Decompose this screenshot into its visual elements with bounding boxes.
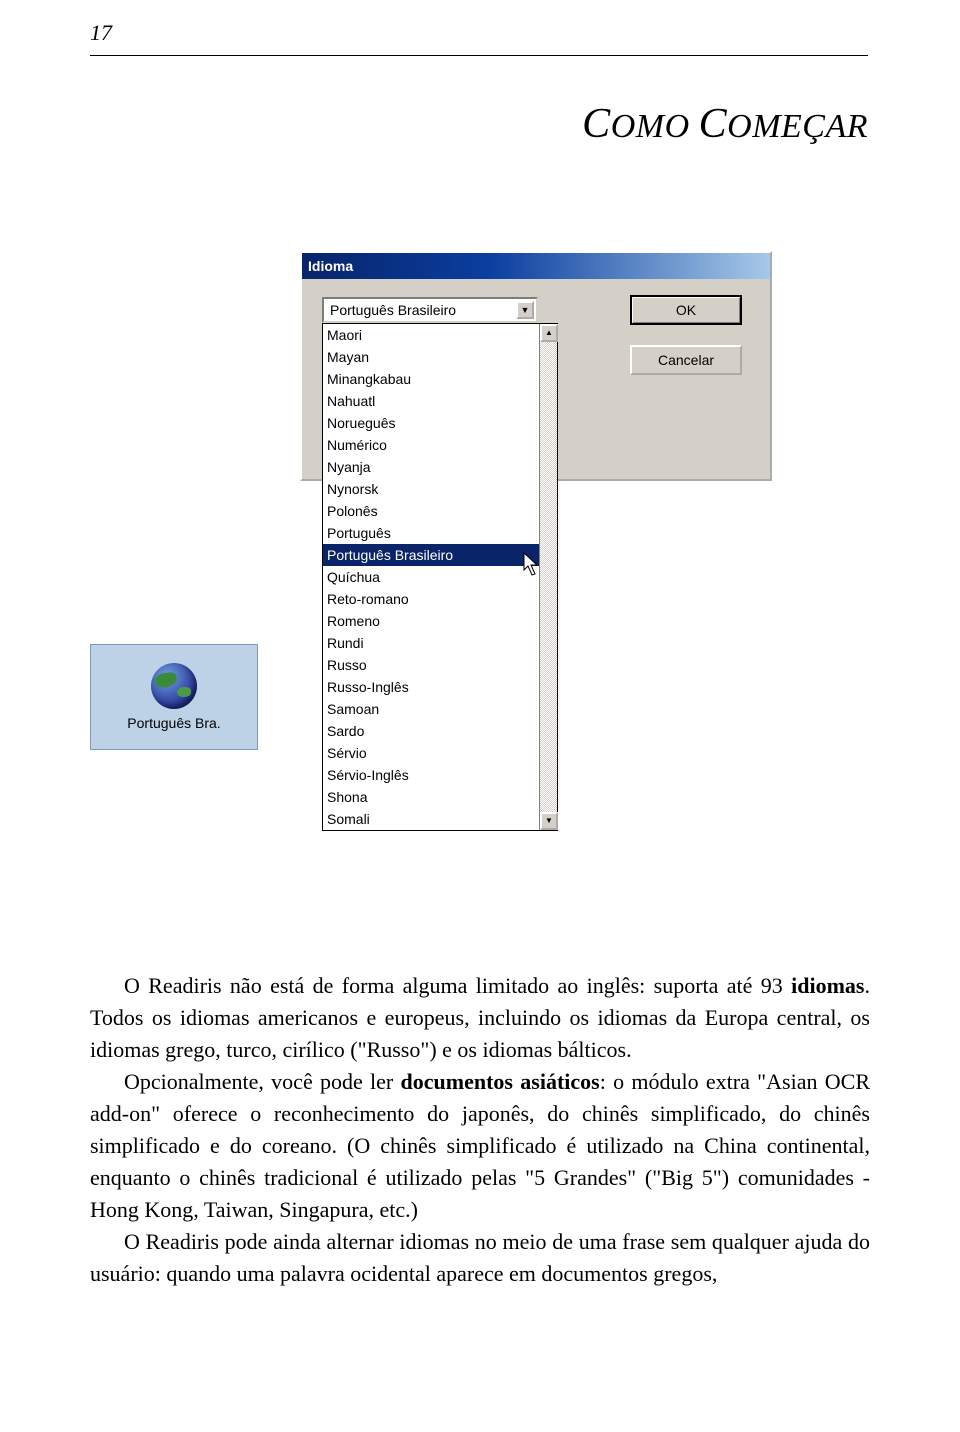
- dropdown-option[interactable]: Russo-Inglês: [323, 676, 539, 698]
- cap1: C: [582, 101, 611, 147]
- language-toolbar-label: Português Bra.: [127, 715, 220, 731]
- dropdown-option[interactable]: Numérico: [323, 434, 539, 456]
- dropdown-option[interactable]: Minangkabau: [323, 368, 539, 390]
- dropdown-option[interactable]: Português Brasileiro: [323, 544, 539, 566]
- combobox-value: Português Brasileiro: [330, 302, 456, 318]
- dialog-titlebar[interactable]: Idioma: [302, 253, 770, 279]
- ok-button[interactable]: OK: [630, 295, 742, 325]
- scroll-track[interactable]: [540, 342, 557, 812]
- language-dropdown-list[interactable]: MaoriMayanMinangkabauNahuatlNorueguêsNum…: [322, 323, 558, 831]
- dialog-frame: Idioma Português Brasileiro ▼ OK Cancela…: [300, 251, 772, 481]
- rest2: OMEÇAR: [727, 108, 868, 145]
- header-rule: [90, 55, 868, 56]
- dropdown-option[interactable]: Polonês: [323, 500, 539, 522]
- chevron-down-icon[interactable]: ▼: [516, 301, 534, 319]
- dropdown-option[interactable]: Maori: [323, 324, 539, 346]
- dropdown-option[interactable]: Romeno: [323, 610, 539, 632]
- chapter-title: COMO COMEÇAR: [582, 100, 868, 148]
- dropdown-option[interactable]: Shona: [323, 786, 539, 808]
- paragraph-3: O Readiris pode ainda alternar idiomas n…: [90, 1226, 870, 1290]
- paragraph-2: Opcionalmente, você pode ler documentos …: [90, 1066, 870, 1226]
- dropdown-option[interactable]: Russo: [323, 654, 539, 676]
- p2b: documentos asiáticos: [401, 1069, 600, 1094]
- dropdown-option[interactable]: Reto-romano: [323, 588, 539, 610]
- dropdown-option[interactable]: Somali: [323, 808, 539, 830]
- dropdown-option[interactable]: Nahuatl: [323, 390, 539, 412]
- p1b: idiomas: [791, 973, 864, 998]
- dropdown-option[interactable]: Nynorsk: [323, 478, 539, 500]
- p2a: Opcionalmente, você pode ler: [124, 1069, 401, 1094]
- dropdown-option[interactable]: Sérvio: [323, 742, 539, 764]
- dropdown-option[interactable]: Samoan: [323, 698, 539, 720]
- language-dialog: Idioma Português Brasileiro ▼ OK Cancela…: [300, 251, 772, 481]
- dropdown-option[interactable]: Sardo: [323, 720, 539, 742]
- dropdown-option[interactable]: Quíchua: [323, 566, 539, 588]
- dialog-title: Idioma: [308, 258, 353, 274]
- scroll-down-icon[interactable]: ▼: [540, 812, 558, 830]
- language-toolbar-button[interactable]: Português Bra.: [90, 644, 258, 750]
- dropdown-option[interactable]: Mayan: [323, 346, 539, 368]
- language-combobox[interactable]: Português Brasileiro ▼: [322, 297, 538, 323]
- p1a: O Readiris não está de forma alguma limi…: [124, 973, 791, 998]
- scroll-up-icon[interactable]: ▲: [540, 324, 558, 342]
- dropdown-option[interactable]: Rundi: [323, 632, 539, 654]
- globe-icon: [151, 663, 197, 709]
- dropdown-option[interactable]: Nyanja: [323, 456, 539, 478]
- page-number: 17: [90, 20, 112, 46]
- body-text: O Readiris não está de forma alguma limi…: [90, 970, 870, 1290]
- scrollbar[interactable]: ▲ ▼: [539, 324, 557, 830]
- p3: O Readiris pode ainda alternar idiomas n…: [90, 1229, 870, 1286]
- paragraph-1: O Readiris não está de forma alguma limi…: [90, 970, 870, 1066]
- dropdown-option[interactable]: Português: [323, 522, 539, 544]
- dropdown-option[interactable]: Sérvio-Inglês: [323, 764, 539, 786]
- rest1: OMO: [611, 108, 690, 145]
- cancel-button[interactable]: Cancelar: [630, 345, 742, 375]
- cap2: C: [699, 101, 728, 147]
- dropdown-option[interactable]: Norueguês: [323, 412, 539, 434]
